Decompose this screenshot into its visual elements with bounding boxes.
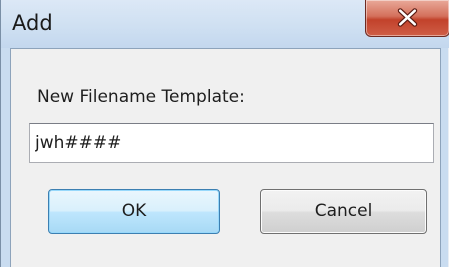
- close-button[interactable]: [365, 0, 449, 37]
- dialog-body: New Filename Template: OK Cancel: [10, 48, 441, 267]
- ok-button[interactable]: OK: [48, 189, 220, 234]
- window-title: Add: [12, 11, 53, 35]
- filename-template-input[interactable]: [29, 123, 434, 163]
- add-dialog-window: Add New Filename Template: OK Cancel: [0, 0, 449, 267]
- title-bar[interactable]: Add: [1, 0, 449, 48]
- close-icon: [397, 8, 418, 27]
- filename-template-label: New Filename Template:: [37, 87, 245, 107]
- cancel-button[interactable]: Cancel: [260, 189, 427, 234]
